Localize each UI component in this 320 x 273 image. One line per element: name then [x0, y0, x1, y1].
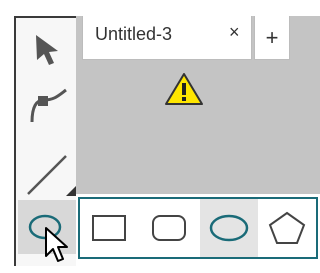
rectangle-icon — [92, 215, 126, 241]
new-tab-button[interactable]: + — [254, 16, 290, 60]
rounded-rectangle-icon — [152, 215, 186, 241]
app-window: Untitled-3 × + — [0, 0, 320, 273]
pentagon-icon — [268, 211, 306, 244]
ellipse-icon — [209, 214, 249, 242]
tab-title: Untitled-3 — [95, 24, 173, 44]
tab-close-button[interactable]: × — [229, 22, 240, 43]
shape-flyout — [78, 197, 318, 259]
rounded-rectangle-shape-button[interactable] — [140, 199, 198, 257]
tab-bar: Untitled-3 × + — [76, 16, 320, 60]
flyout-indicator-icon — [66, 186, 76, 196]
select-tool[interactable] — [18, 22, 76, 76]
rectangle-shape-button[interactable] — [80, 199, 138, 257]
warning-icon — [164, 72, 204, 111]
arrow-select-icon — [36, 35, 58, 65]
line-icon — [27, 155, 67, 195]
ellipse-shape-button[interactable] — [200, 199, 258, 257]
pentagon-shape-button[interactable] — [258, 199, 316, 257]
curve-tool[interactable] — [18, 78, 76, 132]
curve-pen-icon — [30, 88, 67, 123]
tab-untitled-3[interactable]: Untitled-3 × — [82, 16, 252, 60]
mouse-cursor-icon — [45, 227, 68, 262]
